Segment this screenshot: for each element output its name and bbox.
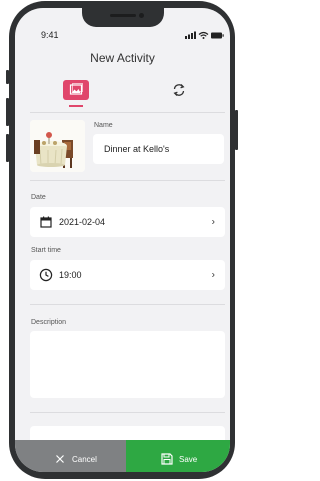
- tab-active-indicator: [69, 105, 83, 107]
- name-value: Dinner at Kello's: [104, 144, 170, 154]
- phone-volume-up: [6, 98, 9, 126]
- save-button[interactable]: Save: [126, 440, 230, 472]
- floppy-disk-icon: [161, 453, 173, 465]
- cancel-button[interactable]: Cancel: [15, 440, 126, 472]
- start-time-field[interactable]: 19:00 ›: [30, 260, 225, 290]
- battery-icon: [211, 32, 224, 39]
- phone-mute-switch: [6, 70, 9, 84]
- divider: [30, 180, 225, 181]
- image-icon: [69, 83, 83, 95]
- clock-icon: [39, 268, 53, 282]
- dinner-table-image: [30, 120, 85, 172]
- start-time-label: Start time: [31, 247, 61, 254]
- tab-recurrence[interactable]: [171, 82, 187, 98]
- cancel-label: Cancel: [72, 455, 97, 464]
- name-label: Name: [94, 122, 113, 129]
- save-label: Save: [179, 455, 198, 464]
- description-input[interactable]: [30, 331, 225, 398]
- camera: [139, 13, 144, 18]
- tab-photo[interactable]: [63, 80, 89, 100]
- app-screen: 9:41 New Activity Name Dinner at Kello's…: [15, 8, 230, 472]
- chevron-right-icon: ›: [211, 216, 215, 228]
- chevron-right-icon: ›: [211, 269, 215, 281]
- calendar-icon: [40, 216, 52, 228]
- description-label: Description: [31, 319, 67, 326]
- wifi-icon: [198, 31, 209, 39]
- status-icons: [185, 31, 224, 39]
- close-icon: [55, 454, 65, 464]
- activity-image[interactable]: [30, 120, 85, 172]
- phone-power-button: [235, 110, 238, 150]
- date-value: 2021-02-04: [59, 217, 106, 227]
- notch: [82, 8, 164, 27]
- date-field[interactable]: 2021-02-04 ›: [30, 207, 225, 237]
- sync-icon: [173, 84, 185, 96]
- name-input[interactable]: Dinner at Kello's: [93, 134, 224, 164]
- date-label: Date: [31, 194, 46, 201]
- speaker: [110, 14, 136, 17]
- start-time-value: 19:00: [59, 270, 82, 280]
- status-time: 9:41: [41, 30, 59, 40]
- divider: [30, 304, 225, 305]
- divider: [30, 112, 225, 113]
- phone-volume-down: [6, 134, 9, 162]
- divider: [30, 412, 225, 413]
- signal-icon: [185, 31, 196, 39]
- page-title: New Activity: [90, 51, 155, 65]
